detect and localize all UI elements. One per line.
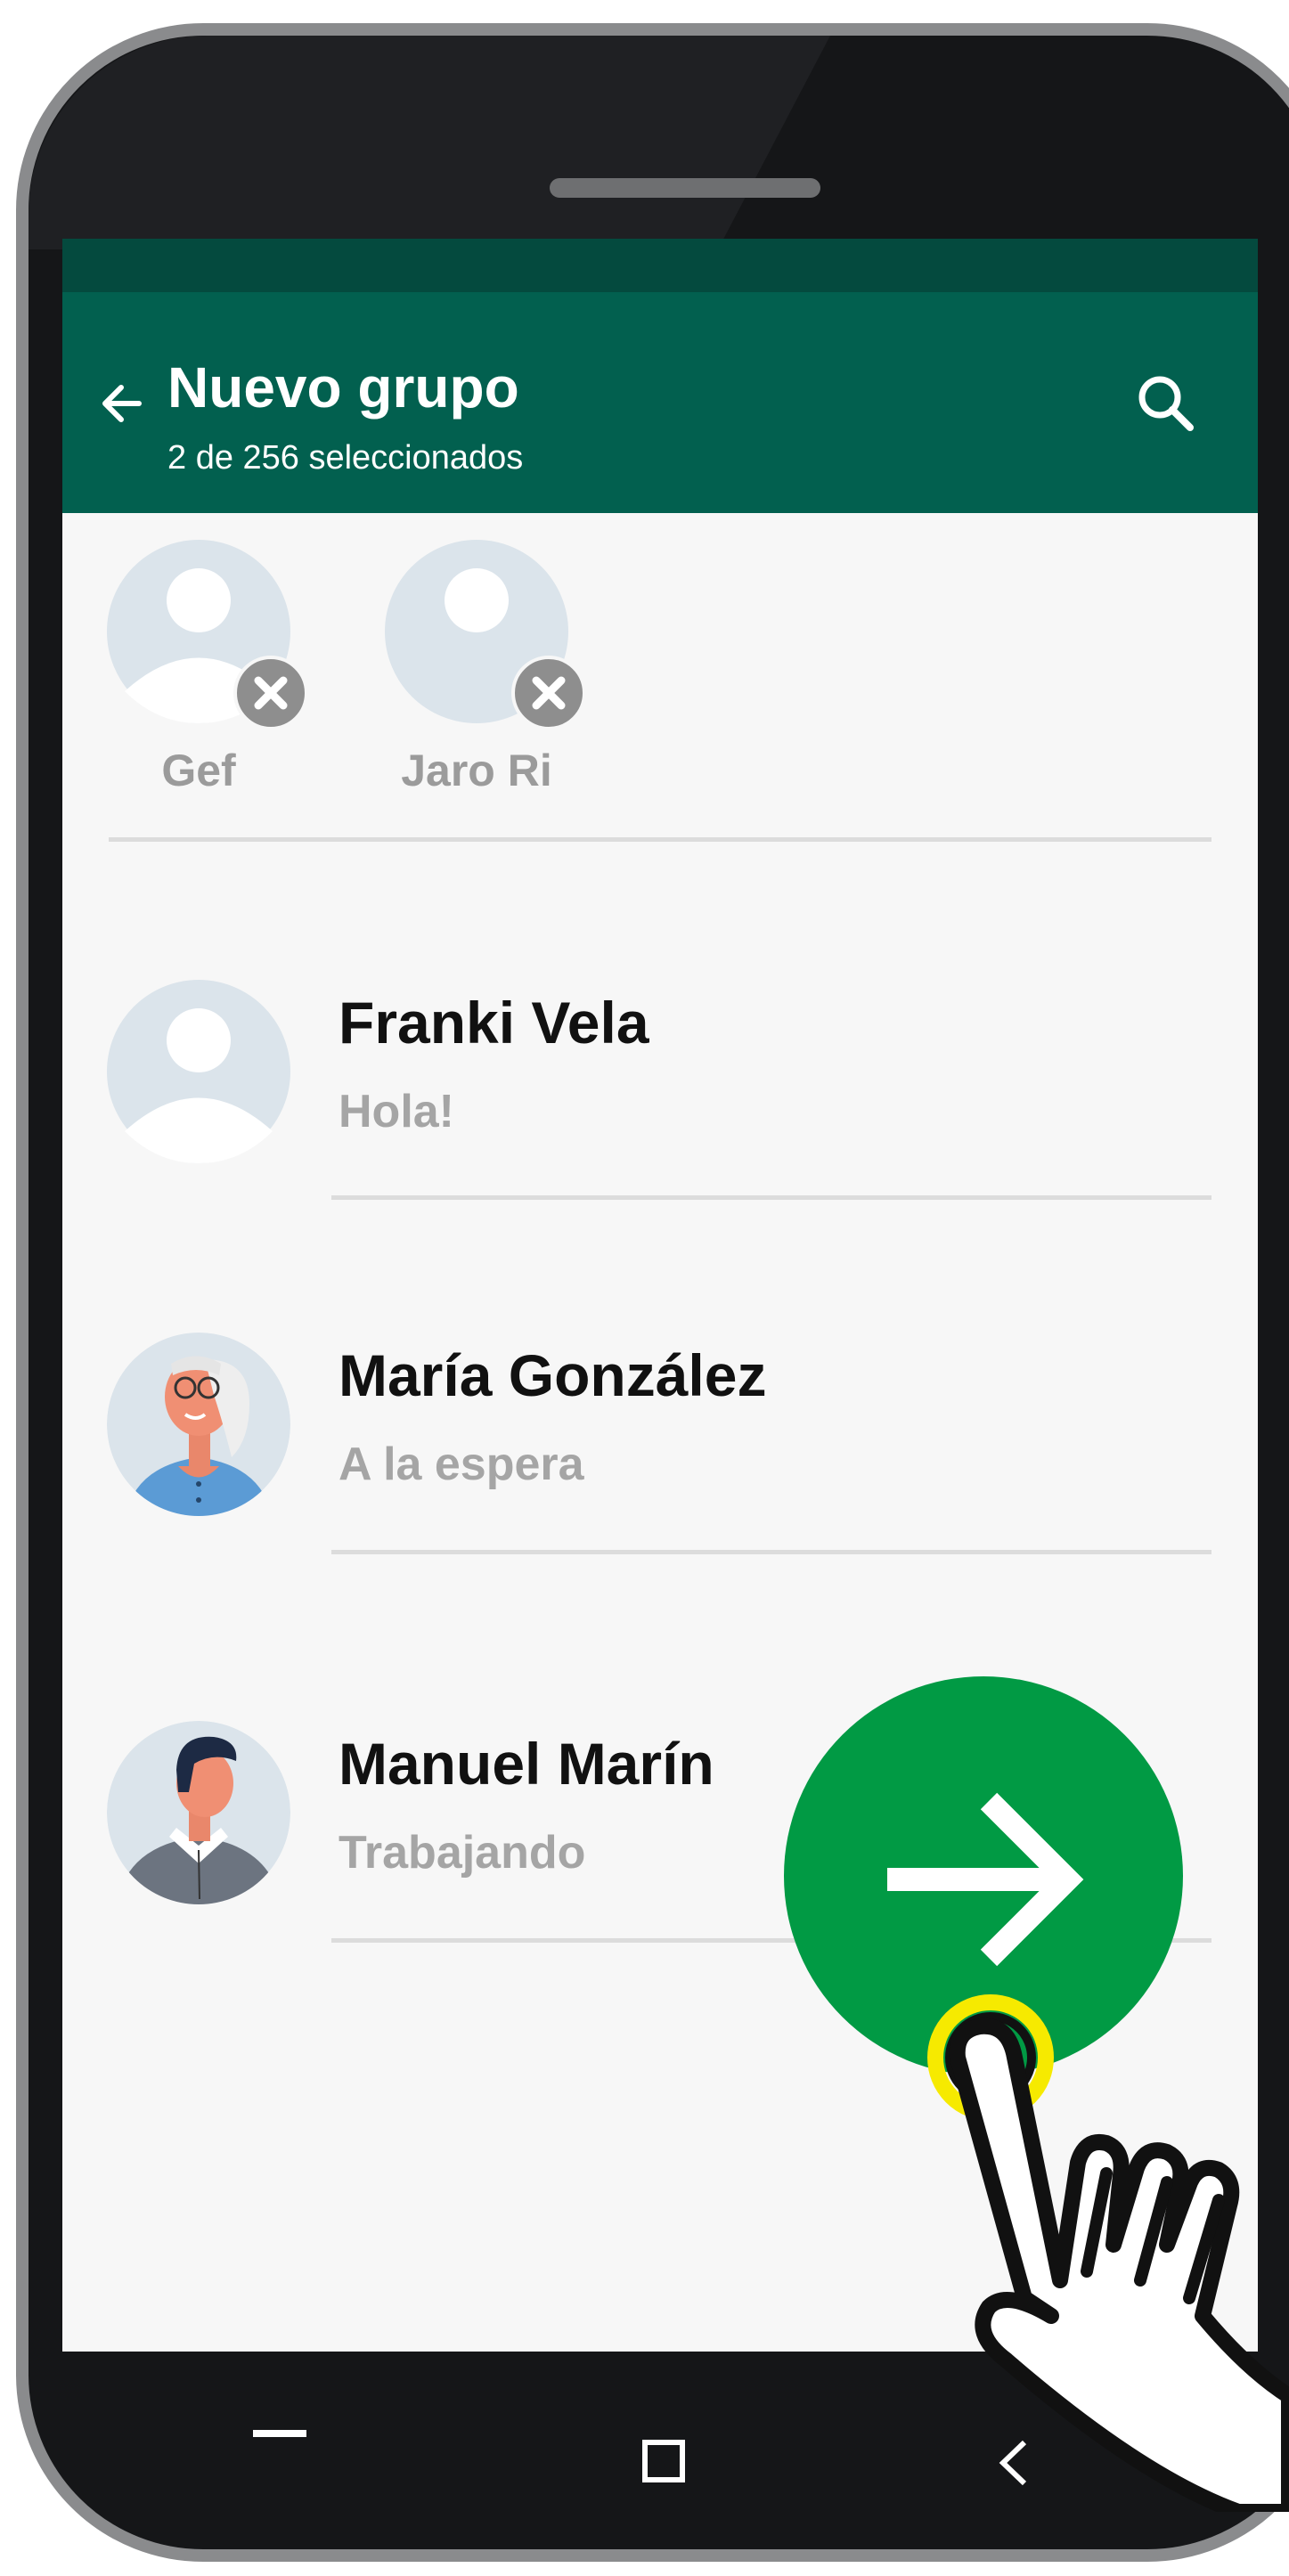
nav-home-icon[interactable] bbox=[641, 2439, 686, 2483]
selected-chip-name: Gef bbox=[161, 746, 236, 795]
remove-icon[interactable] bbox=[233, 656, 308, 730]
avatar bbox=[107, 540, 308, 730]
status-bar bbox=[62, 239, 1258, 292]
selection-count: 2 de 256 seleccionados bbox=[167, 439, 524, 477]
woman-avatar bbox=[107, 1333, 290, 1516]
nav-recents-icon[interactable] bbox=[253, 2430, 306, 2441]
contact-status: Trabajando bbox=[339, 1827, 586, 1879]
selected-chip[interactable]: Gef bbox=[105, 540, 308, 796]
man-avatar bbox=[107, 1721, 290, 1904]
search-icon[interactable] bbox=[1131, 369, 1203, 440]
contact-status: A la espera bbox=[339, 1439, 584, 1490]
divider bbox=[331, 1550, 1211, 1554]
selected-chip-name: Jaro Ri bbox=[401, 746, 552, 795]
phone-glare bbox=[29, 36, 830, 249]
page-title: Nuevo grupo bbox=[167, 355, 519, 420]
avatar bbox=[385, 540, 586, 730]
app-bar: Nuevo grupo 2 de 256 seleccionados bbox=[62, 292, 1258, 513]
remove-icon[interactable] bbox=[511, 656, 586, 730]
divider bbox=[331, 1195, 1211, 1200]
pointing-hand-icon bbox=[927, 1994, 1289, 2512]
default-avatar-icon bbox=[107, 980, 290, 1163]
contact-name: Franki Vela bbox=[339, 990, 649, 1056]
contact-row[interactable]: María González A la espera bbox=[62, 1333, 1258, 1689]
contact-status: Hola! bbox=[339, 1086, 454, 1137]
contact-name: María González bbox=[339, 1342, 767, 1408]
contact-name: Manuel Marín bbox=[339, 1731, 714, 1797]
divider bbox=[109, 837, 1211, 842]
contact-row[interactable]: Franki Vela Hola! bbox=[62, 980, 1258, 1336]
phone-speaker bbox=[550, 178, 820, 198]
arrow-left-icon[interactable] bbox=[94, 377, 148, 430]
selected-chip[interactable]: Jaro Ri bbox=[383, 540, 586, 796]
